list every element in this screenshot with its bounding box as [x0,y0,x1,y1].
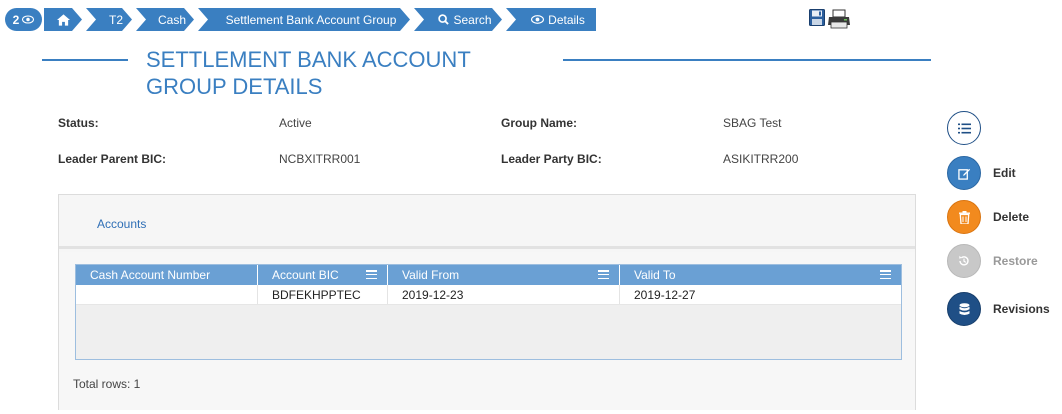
edit-icon [947,156,981,190]
breadcrumb-label: Settlement Bank Account Group [225,12,397,27]
table-row[interactable]: BDFEKHPPTEC 2019-12-23 2019-12-27 [76,285,901,305]
breadcrumb-label: T2 [108,12,123,27]
list-icon [947,111,981,145]
leader-parent-bic-value: NCBXITRR001 [279,152,361,166]
restore-icon [947,244,981,278]
breadcrumb-label: Cash [157,12,186,27]
breadcrumb-label: Search [453,12,492,27]
column-header-label: Valid To [634,268,676,282]
edit-label: Edit [993,166,1016,180]
column-header-label: Account BIC [272,268,339,282]
cell-valid-to: 2019-12-27 [634,287,696,302]
cell-valid-from: 2019-12-23 [388,285,620,304]
column-menu-icon[interactable] [598,270,609,280]
restore-label: Restore [993,254,1038,268]
delete-label: Delete [993,210,1030,224]
trash-icon [947,200,981,234]
breadcrumb-cash[interactable]: Cash [136,8,194,31]
column-header-account-bic[interactable]: Account BIC [258,265,388,285]
total-rows: Total rows: 1 [73,377,141,391]
group-name-label: Group Name: [501,116,578,130]
eye-icon [531,15,545,24]
toolbar [809,9,851,29]
eye-icon [22,15,35,24]
group-name-value: SBAG Test [723,116,782,130]
breadcrumb-settlement-bank-account-group[interactable]: Settlement Bank Account Group [198,8,410,31]
breadcrumb-t2[interactable]: T2 [86,8,132,31]
accounts-panel-body: Cash Account Number Account BIC Valid Fr… [59,252,915,410]
open-views-counter[interactable]: 2 [5,8,42,31]
accounts-panel-title[interactable]: Accounts [97,217,146,231]
title-rule-left [42,59,128,61]
save-icon[interactable] [809,9,825,26]
revisions-button[interactable]: Revisions [947,292,1050,326]
list-button[interactable] [947,111,981,145]
column-menu-icon[interactable] [366,270,377,280]
status-label: Status: [58,116,99,130]
database-icon [947,292,981,326]
restore-button: Restore [947,244,1038,278]
counter-value: 2 [12,12,20,27]
revisions-label: Revisions [993,302,1050,316]
breadcrumb-home[interactable] [44,8,82,31]
column-header-label: Valid From [402,268,460,282]
column-header-label: Cash Account Number [90,268,211,282]
title-rule-right [563,59,931,61]
column-header-valid-from[interactable]: Valid From [388,265,620,285]
leader-party-bic-value: ASIKITRR200 [723,152,799,166]
accounts-panel: Accounts Cash Account Number Account BIC… [58,194,916,410]
breadcrumb-details[interactable]: Details [506,8,596,31]
table-header: Cash Account Number Account BIC Valid Fr… [76,265,901,285]
cell-cash-account-number [76,285,258,304]
search-icon [438,14,449,25]
page-title: Settlement Bank Account Group Details [146,47,471,99]
edit-button[interactable]: Edit [947,156,1016,190]
home-icon [57,14,70,26]
delete-button[interactable]: Delete [947,200,1029,234]
breadcrumb-label: Details [548,12,585,27]
print-icon[interactable] [827,9,851,29]
breadcrumb-search[interactable]: Search [414,8,502,31]
column-menu-icon[interactable] [880,270,891,280]
status-value: Active [279,116,312,130]
breadcrumb: T2 Cash Settlement Bank Account Group Se… [44,8,600,31]
leader-party-bic-label: Leader Party BIC: [501,152,602,166]
accounts-panel-header[interactable]: Accounts [59,195,915,249]
accounts-table: Cash Account Number Account BIC Valid Fr… [75,264,902,360]
column-header-cash-account-number[interactable]: Cash Account Number [76,265,258,285]
cell-account-bic: BDFEKHPPTEC [258,285,388,304]
leader-parent-bic-label: Leader Parent BIC: [58,152,167,166]
column-header-valid-to[interactable]: Valid To [620,265,901,285]
